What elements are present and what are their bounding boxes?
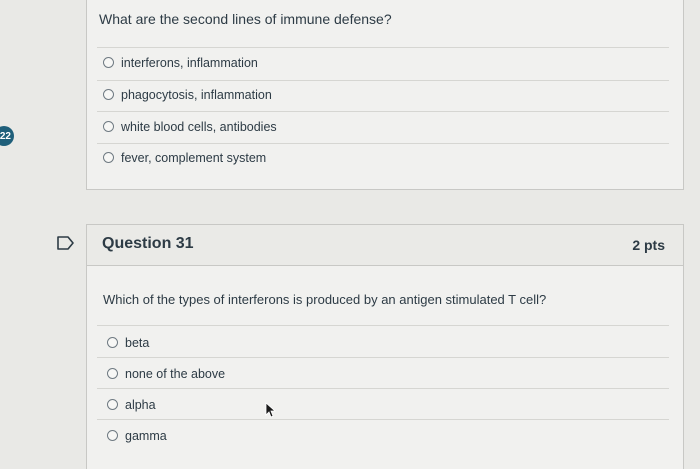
answer-label: none of the above — [125, 366, 226, 381]
answer-option[interactable]: fever, complement system — [87, 142, 683, 173]
radio-button[interactable] — [107, 368, 118, 379]
mouse-cursor-icon — [265, 402, 277, 418]
radio-button[interactable] — [103, 89, 114, 100]
answer-label: interferons, inflammation — [121, 55, 258, 70]
answer-option[interactable]: white blood cells, antibodies — [87, 111, 683, 142]
question-31-text: Which of the types of interferons is pro… — [103, 292, 547, 307]
answer-label: fever, complement system — [121, 150, 267, 165]
question-points: 2 pts — [632, 237, 665, 253]
radio-button[interactable] — [103, 121, 114, 132]
question-header: Question 31 2 pts — [87, 225, 683, 266]
question-title: Question 31 — [102, 235, 194, 252]
question-31-card: Question 31 2 pts Which of the types of … — [86, 224, 684, 469]
answer-divider — [97, 325, 669, 326]
flag-icon[interactable] — [57, 236, 75, 250]
answer-label: gamma — [125, 428, 167, 443]
answer-option[interactable]: phagocytosis, inflammation — [87, 79, 683, 110]
answer-label: beta — [125, 335, 150, 350]
radio-button[interactable] — [107, 399, 118, 410]
answer-label: white blood cells, antibodies — [121, 119, 277, 134]
answer-option[interactable]: gamma — [87, 420, 683, 451]
answer-option[interactable]: beta — [87, 327, 683, 358]
radio-button[interactable] — [103, 57, 114, 68]
question-30-card: What are the second lines of immune defe… — [86, 0, 684, 190]
answer-label: alpha — [125, 397, 156, 412]
question-30-text: What are the second lines of immune defe… — [99, 11, 392, 27]
radio-button[interactable] — [103, 152, 114, 163]
answer-option[interactable]: none of the above — [87, 358, 683, 389]
question-number-badge-label: 22 — [0, 130, 11, 142]
radio-button[interactable] — [107, 430, 118, 441]
answer-option[interactable]: interferons, inflammation — [87, 47, 683, 78]
answer-label: phagocytosis, inflammation — [121, 87, 272, 102]
answer-option[interactable]: alpha — [87, 389, 683, 420]
question-number-badge[interactable]: 22 — [0, 126, 14, 146]
radio-button[interactable] — [107, 337, 118, 348]
